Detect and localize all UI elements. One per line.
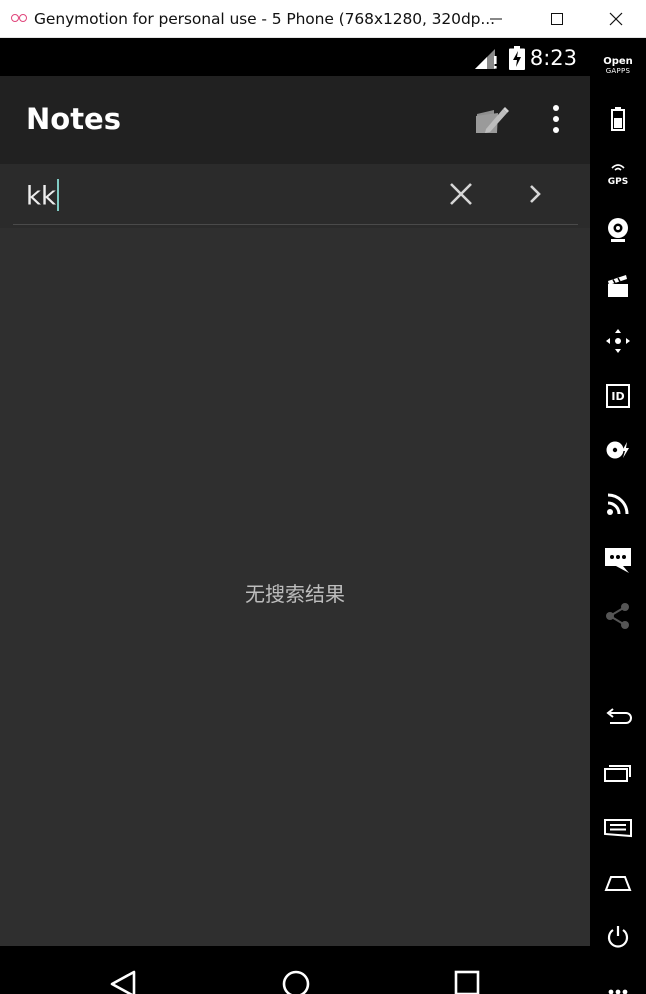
device-back-button[interactable] bbox=[590, 698, 646, 738]
phone-screen: 8:23 Notes kk 无搜索结果 bbox=[0, 38, 590, 994]
back-arrow-icon bbox=[606, 708, 632, 724]
webcam-icon bbox=[608, 218, 628, 242]
genymotion-logo-icon bbox=[0, 0, 34, 38]
battery-charging-icon bbox=[509, 46, 525, 70]
app-bar: Notes bbox=[0, 76, 590, 164]
share-icon bbox=[606, 603, 629, 629]
maximize-icon bbox=[551, 13, 563, 25]
gps-icon: GPS bbox=[608, 162, 628, 188]
minimize-button[interactable] bbox=[468, 0, 524, 38]
clapperboard-icon bbox=[608, 275, 628, 297]
overflow-menu-button[interactable] bbox=[544, 98, 568, 142]
webcam-widget-button[interactable] bbox=[590, 210, 646, 250]
back-triangle-icon bbox=[110, 970, 136, 994]
window-title: Genymotion for personal use - 5 Phone (7… bbox=[34, 9, 495, 28]
gps-widget-button[interactable]: GPS bbox=[590, 155, 646, 195]
clear-icon bbox=[450, 183, 472, 205]
open-gapps-icon: Open GAPPS bbox=[603, 56, 633, 75]
signal-no-data-icon bbox=[475, 49, 497, 69]
more-horiz-icon bbox=[608, 989, 628, 994]
recents-button[interactable] bbox=[454, 970, 482, 994]
search-bar: kk bbox=[0, 164, 590, 228]
maximize-button[interactable] bbox=[529, 0, 585, 38]
id-icon: ID bbox=[606, 384, 630, 408]
sms-icon bbox=[605, 548, 631, 573]
edit-note-icon bbox=[476, 107, 509, 133]
home-icon bbox=[604, 876, 632, 891]
share-button[interactable] bbox=[590, 596, 646, 636]
remote-control-widget-button[interactable] bbox=[590, 321, 646, 361]
status-bar: 8:23 bbox=[0, 38, 590, 76]
home-circle-icon bbox=[282, 970, 310, 994]
battery-icon bbox=[611, 107, 625, 131]
battery-widget-button[interactable] bbox=[590, 99, 646, 139]
clear-search-button[interactable] bbox=[445, 178, 477, 210]
submit-search-button[interactable] bbox=[521, 178, 549, 210]
search-query-text: kk bbox=[26, 181, 57, 212]
search-input[interactable]: kk bbox=[13, 164, 578, 225]
genymotion-toolbar: Open GAPPS GPS ID bbox=[590, 38, 646, 994]
close-window-button[interactable] bbox=[588, 0, 644, 38]
rss-signal-icon bbox=[607, 493, 629, 515]
recent-apps-icon bbox=[604, 765, 631, 782]
back-button[interactable] bbox=[108, 970, 140, 994]
device-home-button[interactable] bbox=[590, 863, 646, 903]
device-power-button[interactable] bbox=[590, 917, 646, 957]
new-note-button[interactable] bbox=[470, 100, 512, 142]
phone-sms-widget-button[interactable] bbox=[590, 540, 646, 580]
screencast-widget-button[interactable] bbox=[590, 266, 646, 306]
page-title: Notes bbox=[26, 102, 121, 136]
disk-io-icon bbox=[606, 441, 629, 459]
status-time: 8:23 bbox=[529, 46, 577, 70]
home-button[interactable] bbox=[280, 968, 312, 994]
disk-io-widget-button[interactable] bbox=[590, 430, 646, 470]
chevron-right-icon bbox=[530, 185, 541, 203]
device-id-widget-button[interactable]: ID bbox=[590, 376, 646, 416]
empty-search-message: 无搜索结果 bbox=[245, 582, 345, 606]
navigation-bar bbox=[0, 946, 590, 994]
recents-square-icon bbox=[454, 970, 480, 994]
more-options-button[interactable] bbox=[590, 974, 646, 994]
power-icon bbox=[607, 926, 629, 948]
text-caret bbox=[57, 179, 60, 211]
menu-icon bbox=[604, 819, 632, 838]
minimize-icon bbox=[490, 18, 502, 20]
move-arrows-icon bbox=[606, 329, 630, 353]
device-recents-button[interactable] bbox=[590, 753, 646, 793]
device-menu-button[interactable] bbox=[590, 808, 646, 848]
close-icon bbox=[609, 12, 623, 26]
open-gapps-button[interactable]: Open GAPPS bbox=[590, 46, 646, 86]
more-vert-icon bbox=[553, 105, 559, 133]
window-titlebar: Genymotion for personal use - 5 Phone (7… bbox=[0, 0, 646, 38]
network-widget-button[interactable] bbox=[590, 484, 646, 524]
